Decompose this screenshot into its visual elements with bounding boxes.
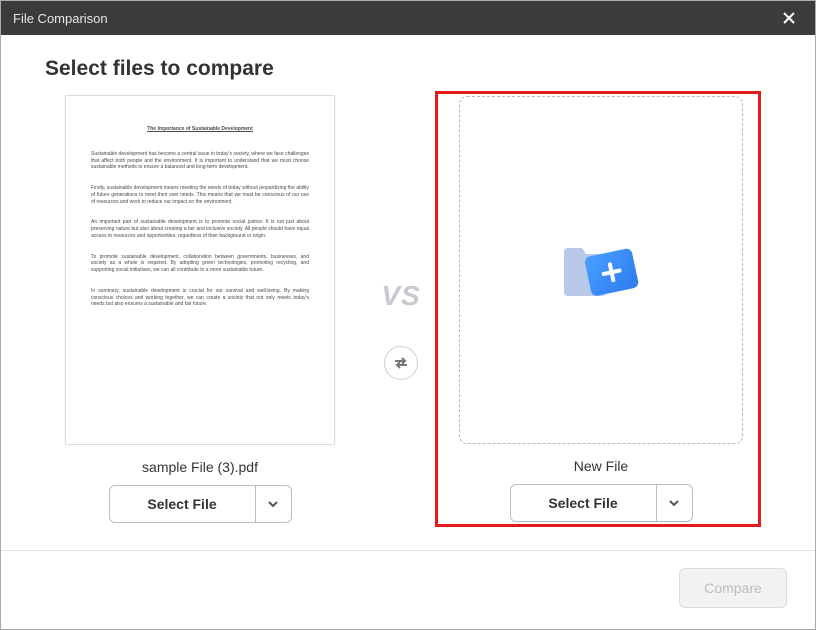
right-select-file-button[interactable]: Select File bbox=[511, 485, 656, 521]
right-select-file-group: Select File bbox=[510, 484, 693, 522]
right-file-slot: New File Select File bbox=[446, 96, 756, 522]
preview-paragraph: Firstly, sustainable development means m… bbox=[91, 185, 309, 205]
main-panel: Select files to compare The Importance o… bbox=[1, 35, 815, 550]
left-select-file-group: Select File bbox=[109, 485, 292, 523]
right-filename: New File bbox=[574, 458, 628, 474]
close-button[interactable] bbox=[775, 4, 803, 32]
compare-row: The Importance of Sustainable Developmen… bbox=[45, 95, 771, 525]
left-file-slot: The Importance of Sustainable Developmen… bbox=[45, 95, 355, 525]
titlebar: File Comparison bbox=[1, 1, 815, 35]
swap-button[interactable] bbox=[384, 346, 418, 380]
preview-doc-title: The Importance of Sustainable Developmen… bbox=[91, 126, 309, 133]
close-icon bbox=[783, 12, 795, 24]
compare-button[interactable]: Compare bbox=[679, 568, 787, 608]
window-title: File Comparison bbox=[13, 11, 108, 26]
chevron-down-icon bbox=[267, 498, 279, 510]
left-filename: sample File (3).pdf bbox=[142, 459, 258, 475]
left-select-file-button[interactable]: Select File bbox=[110, 486, 255, 522]
left-select-file-dropdown[interactable] bbox=[255, 486, 291, 522]
right-file-dropzone[interactable] bbox=[459, 96, 743, 444]
vs-label: VS bbox=[381, 280, 420, 312]
footer: Compare bbox=[1, 550, 815, 625]
add-file-icon bbox=[558, 234, 644, 306]
preview-paragraph: To promote sustainable development, coll… bbox=[91, 254, 309, 274]
right-slot-highlight: New File Select File bbox=[435, 91, 761, 527]
left-file-preview[interactable]: The Importance of Sustainable Developmen… bbox=[65, 95, 335, 445]
right-select-file-dropdown[interactable] bbox=[656, 485, 692, 521]
swap-icon bbox=[393, 355, 409, 371]
preview-paragraph: Sustainable development has become a cen… bbox=[91, 151, 309, 171]
preview-paragraph: An important part of sustainable develop… bbox=[91, 219, 309, 239]
preview-paragraph: In summary, sustainable development is c… bbox=[91, 288, 309, 308]
page-heading: Select files to compare bbox=[45, 57, 771, 81]
chevron-down-icon bbox=[668, 497, 680, 509]
middle-column: VS bbox=[373, 95, 429, 525]
